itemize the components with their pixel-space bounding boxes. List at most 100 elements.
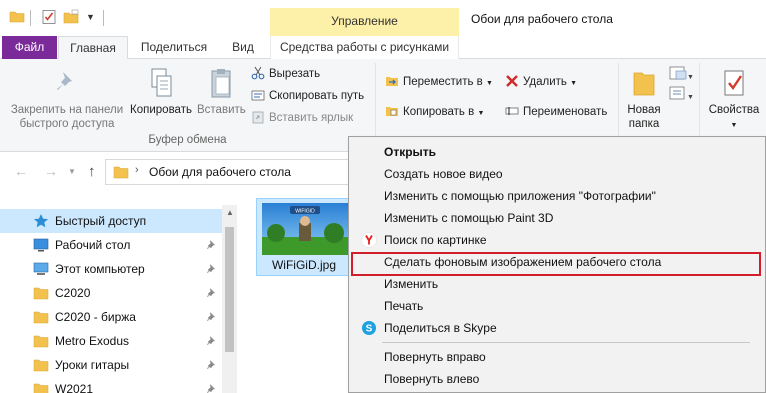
copy-icon (151, 68, 172, 97)
nav-item-label: Быстрый доступ (55, 214, 147, 228)
desktop-icon (33, 238, 49, 252)
nav-item-quick-access[interactable]: Быстрый доступ (0, 209, 222, 233)
nav-item-w2021[interactable]: W2021 (0, 377, 222, 393)
menu-item-edit-photos[interactable]: Изменить с помощью приложения "Фотографи… (351, 185, 763, 207)
properties-icon[interactable] (41, 9, 57, 25)
copy-to-button[interactable]: Копировать в ▼ (385, 103, 484, 121)
paste-label: Вставить (197, 104, 246, 116)
pin-quick-access-button[interactable]: Закрепить на панели быстрого доступа (8, 69, 126, 131)
scroll-up-icon[interactable]: ▲ (226, 208, 234, 217)
customize-toolbar-icon[interactable]: ▼ (86, 12, 95, 22)
svg-text:S: S (366, 324, 373, 335)
pin-label-line1: Закрепить на панели (10, 104, 124, 116)
nav-item-label: Рабочий стол (55, 238, 131, 252)
folder-icon (33, 311, 49, 324)
skype-icon: S (362, 321, 376, 335)
properties-icon (724, 70, 744, 96)
up-arrow-icon[interactable]: ↑ (88, 163, 96, 180)
nav-item-desktop[interactable]: Рабочий стол (0, 233, 222, 257)
menu-item-search-image[interactable]: Поиск по картинке (351, 229, 763, 251)
tab-home[interactable]: Главная (58, 36, 128, 60)
address-input[interactable]: › Обои для рабочего стола (105, 159, 365, 185)
thumbnail-caption: WIFIGID (295, 209, 315, 215)
file-name: WiFiGiD.jpg (271, 258, 336, 272)
menu-item-share-skype[interactable]: S Поделиться в Skype (351, 317, 763, 339)
properties-button[interactable]: Свойства ▼ (706, 67, 762, 133)
new-item-icon: ▼ ▼ (669, 66, 694, 101)
nav-item-c2020-birzha[interactable]: C2020 - биржа (0, 305, 222, 329)
forward-arrow-icon[interactable]: → (44, 163, 58, 179)
scrollbar-thumb[interactable] (225, 227, 234, 352)
new-folder-button[interactable]: Новая папка (622, 67, 666, 131)
copy-label: Копировать (130, 104, 192, 116)
separator (103, 10, 104, 26)
window-title: Обои для рабочего стола (471, 12, 613, 26)
move-to-icon (386, 77, 398, 86)
nav-item-this-pc[interactable]: Этот компьютер (0, 257, 222, 281)
menu-item-rotate-left[interactable]: Повернуть влево (351, 368, 763, 390)
manage-context-tab[interactable]: Управление (270, 8, 459, 36)
cut-button[interactable]: Вырезать (251, 65, 320, 83)
pin-icon (207, 384, 215, 393)
chevron-down-icon: ▼ (477, 110, 485, 117)
menu-item-label: Повернуть влево (384, 372, 480, 386)
folder-icon (33, 287, 49, 300)
file-item[interactable]: WIFIGID WiFiGiD.jpg (256, 198, 352, 276)
pin-icon (207, 240, 215, 249)
menu-item-edit-paint3d[interactable]: Изменить с помощью Paint 3D (351, 207, 763, 229)
folder-icon (113, 166, 129, 179)
menu-item-label: Печать (384, 299, 424, 313)
recent-locations-icon[interactable]: ▼ (68, 167, 76, 176)
new-item-button[interactable]: ▼ ▼ (668, 65, 694, 105)
tab-file[interactable]: Файл (2, 36, 57, 59)
nav-item-guitar-lessons[interactable]: Уроки гитары (0, 353, 222, 377)
menu-item-label: Изменить (384, 277, 439, 291)
highlight-box (351, 252, 761, 276)
menu-separator (382, 342, 750, 343)
delete-button[interactable]: Удалить ▼ (505, 73, 577, 91)
rename-icon (505, 107, 519, 115)
delete-icon (506, 75, 518, 87)
nav-item-label: Этот компьютер (55, 262, 145, 276)
menu-item-rotate-right[interactable]: Повернуть вправо (351, 346, 763, 368)
back-arrow-icon[interactable]: ← (14, 163, 28, 179)
folder-icon (33, 383, 49, 393)
rename-button[interactable]: Переименовать (505, 103, 607, 121)
nav-item-label: C2020 (55, 286, 91, 300)
paste-shortcut-button[interactable]: Вставить ярлык (251, 109, 353, 127)
nav-scrollbar[interactable]: ▲ (222, 205, 237, 393)
svg-text:▼: ▼ (687, 74, 694, 81)
move-to-button[interactable]: Переместить в ▼ (385, 73, 493, 91)
copy-path-button[interactable]: Скопировать путь (251, 87, 364, 105)
folder-icon (33, 335, 49, 348)
new-folder-label-line2: папка (628, 118, 660, 130)
menu-item-print[interactable]: Печать (351, 295, 763, 317)
tab-picture-tools[interactable]: Средства работы с рисунками (270, 36, 459, 59)
title-bar: ▼ Управление Обои для рабочего стола (0, 0, 766, 36)
pin-icon (57, 72, 72, 90)
paste-button[interactable]: Вставить (197, 67, 246, 117)
folder-icon[interactable] (9, 9, 25, 25)
copy-button[interactable]: Копировать (128, 67, 194, 117)
menu-item-label: Поделиться в Skype (384, 321, 497, 335)
yandex-icon (361, 232, 377, 248)
copy-path-label: Скопировать путь (269, 90, 365, 102)
nav-item-c2020[interactable]: C2020 (0, 281, 222, 305)
tab-view[interactable]: Вид (224, 36, 262, 59)
tab-share[interactable]: Поделиться (134, 36, 214, 59)
new-folder-icon[interactable] (63, 9, 79, 25)
context-menu: Открыть Создать новое видео Изменить с п… (348, 136, 766, 393)
pin-icon (207, 312, 215, 321)
menu-item-create-video[interactable]: Создать новое видео (351, 163, 763, 185)
nav-item-metro-exodus[interactable]: Metro Exodus (0, 329, 222, 353)
menu-item-open[interactable]: Открыть (351, 141, 763, 163)
paste-shortcut-icon (252, 111, 264, 124)
address-path: Обои для рабочего стола (149, 165, 291, 179)
menu-item-label: Повернуть вправо (384, 350, 486, 364)
menu-item-edit[interactable]: Изменить (351, 273, 763, 295)
chevron-down-icon: ▼ (485, 80, 493, 87)
clipboard-group-label: Буфер обмена (148, 134, 227, 146)
chevron-right-icon[interactable]: › (135, 164, 139, 176)
move-to-label: Переместить в (403, 76, 483, 88)
rename-label: Переименовать (523, 106, 608, 118)
